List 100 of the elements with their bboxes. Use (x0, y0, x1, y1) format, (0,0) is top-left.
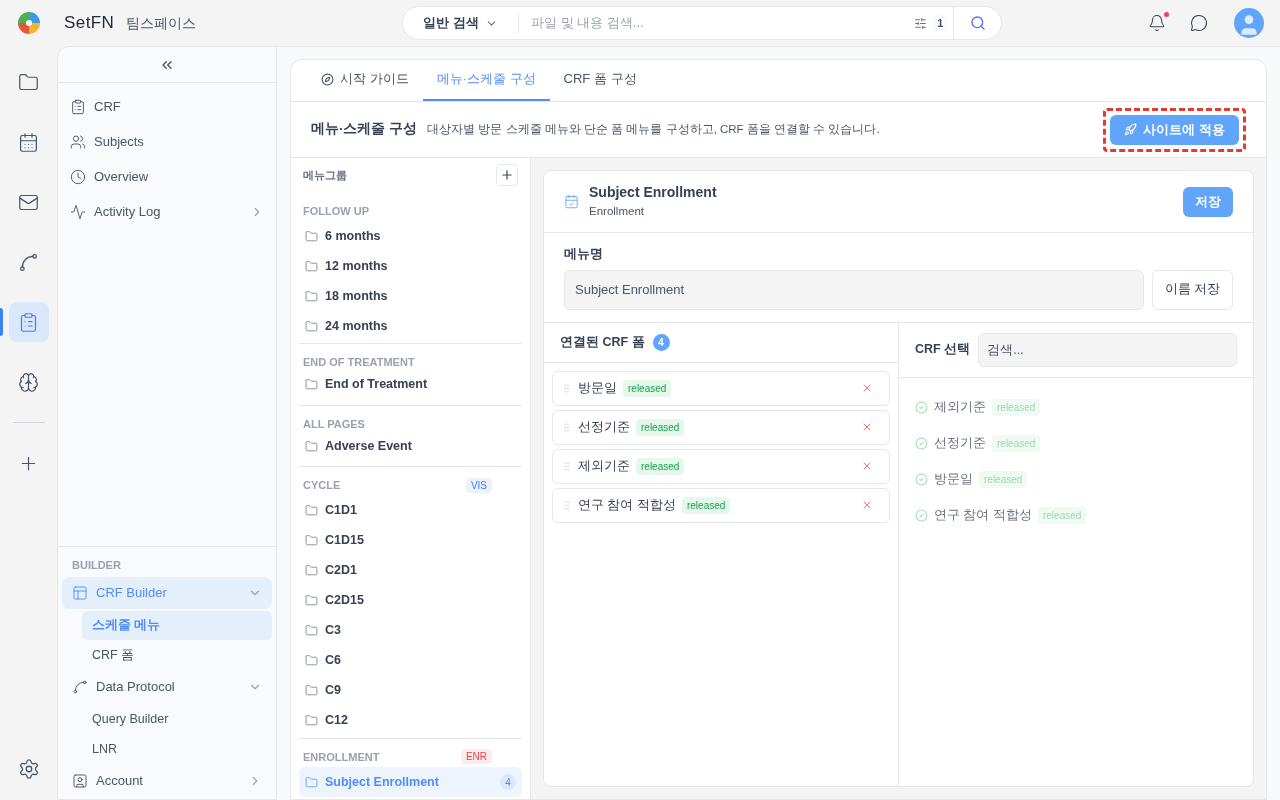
section-title: 연결된 CRF 폼 (560, 333, 645, 351)
tab[interactable]: 시작 가이드 (307, 60, 423, 101)
layout-icon (72, 585, 88, 601)
drag-handle-icon[interactable] (561, 421, 572, 433)
compass-icon (321, 72, 334, 86)
menu-item[interactable]: Adverse Event (299, 434, 522, 458)
folder-icon (305, 534, 318, 547)
form-name: 선정기준 (578, 418, 630, 436)
linked-form-card[interactable]: 방문일 released (552, 370, 890, 406)
folder-icon (305, 564, 318, 577)
folder-icon (305, 289, 318, 303)
group-heading: FOLLOW UP (303, 203, 369, 219)
save-name-button[interactable]: 이름 저장 (1151, 269, 1233, 310)
folder-icon (305, 439, 318, 453)
folder-icon (305, 775, 318, 789)
contact-icon (72, 773, 88, 789)
menu-item[interactable]: C12 (299, 705, 522, 736)
form-name: 제외기준 (934, 399, 986, 417)
menu-item[interactable]: C6 (299, 645, 522, 676)
folder-icon (305, 684, 318, 697)
linked-form-card[interactable]: 제외기준 released (552, 448, 890, 484)
nav-item[interactable]: Account (62, 765, 272, 797)
notification-icon[interactable] (1148, 14, 1166, 32)
menu-item[interactable]: 18 months (299, 281, 522, 311)
group-heading: ALL PAGES (303, 416, 365, 432)
page-description: 대상자별 방문 스케줄 메뉴와 단순 폼 메뉴를 구성하고, CRF 폼을 연결할 수 있습니다. (427, 121, 881, 137)
field-label: CRF 선택 (915, 341, 971, 359)
menu-name-field[interactable]: Subject Enrollment (564, 269, 1144, 310)
menu-item[interactable]: C1D15 (299, 525, 522, 556)
folder-icon (305, 654, 318, 667)
group-heading: ENROLLMENT (303, 749, 380, 765)
section-heading: BUILDER (71, 557, 122, 573)
nav-item[interactable]: Data Protocol (62, 671, 272, 703)
clock-icon (70, 168, 86, 185)
menu-item[interactable]: 12 months (299, 251, 522, 281)
form-name: 선정기준 (934, 435, 986, 453)
workspace-name: 팀스페이스 (126, 13, 197, 33)
form-name: 방문일 (934, 471, 973, 489)
status-badge: released (636, 418, 685, 436)
tab[interactable]: CRF 폼 구성 (549, 60, 651, 101)
nav-subitem[interactable]: LNR (82, 735, 272, 764)
menu-item[interactable]: C1D1 (299, 495, 522, 526)
search-bar[interactable]: 일반 검색 파일 및 내용 검색... 1 (402, 6, 1003, 40)
status-badge: released (992, 399, 1041, 417)
check-icon (915, 509, 928, 523)
check-icon (915, 401, 928, 415)
menu-item[interactable]: 24 months (299, 311, 522, 341)
users-icon (70, 133, 86, 150)
avatar-icon[interactable] (1234, 8, 1264, 38)
group-tag: VIS (465, 477, 492, 493)
settings-icon[interactable] (17, 758, 40, 780)
nav-item[interactable]: Activity Log (64, 194, 270, 229)
group-heading: CYCLE (303, 478, 341, 493)
chat-icon[interactable] (1190, 14, 1208, 32)
folder-icon (305, 504, 318, 517)
search-icon (969, 15, 986, 31)
group-heading: END OF TREATMENT (303, 355, 415, 370)
crf-search-field[interactable]: 검색... (978, 332, 1237, 367)
folder-icon (305, 624, 318, 637)
status-badge: released (623, 379, 672, 397)
route-icon (72, 679, 88, 695)
rocket-icon (1124, 123, 1138, 136)
folder-icon (305, 594, 318, 607)
linked-form-card[interactable]: 선정기준 released (552, 409, 890, 445)
menu-item[interactable]: 6 months (299, 221, 522, 251)
drag-handle-icon[interactable] (561, 460, 572, 472)
add-icon[interactable] (496, 164, 518, 187)
nav-item[interactable]: Subjects (64, 124, 270, 159)
nav-subitem[interactable]: CRF 폼 (82, 641, 272, 670)
menu-item[interactable]: C2D15 (299, 585, 522, 616)
filter-count: 1 (933, 14, 948, 32)
detail-subtitle: Enrollment (589, 204, 645, 220)
form-name: 연구 참여 적합성 (578, 496, 676, 514)
count-badge: 4 (652, 333, 670, 351)
menu-item[interactable]: C2D1 (299, 555, 522, 586)
page-title: 메뉴·스케줄 구성 (311, 120, 418, 139)
drag-handle-icon[interactable] (561, 499, 572, 511)
search-mode-dropdown[interactable]: 일반 검색 (403, 13, 519, 33)
menu-item[interactable]: End of Treatment (299, 372, 522, 397)
count-badge: 4 (500, 774, 516, 790)
nav-item[interactable]: CRF (64, 89, 270, 124)
drag-handle-icon[interactable] (561, 382, 572, 394)
check-icon (915, 437, 928, 451)
brand-name: SetFN (64, 12, 115, 35)
menu-item[interactable]: C9 (299, 675, 522, 706)
logo-icon (16, 11, 41, 35)
check-icon (915, 473, 928, 487)
status-badge: released (1037, 507, 1087, 525)
clipboard-icon[interactable] (8, 302, 49, 342)
status-badge: released (992, 435, 1041, 453)
status-badge: released (636, 457, 685, 475)
linked-form-card[interactable]: 연구 참여 적합성 released (552, 487, 890, 523)
detail-title: Subject Enrollment (589, 183, 718, 203)
nav-item[interactable]: Overview (64, 159, 270, 194)
form-name: 제외기준 (578, 457, 630, 475)
menu-item[interactable]: C3 (299, 615, 522, 646)
filter-icon[interactable] (914, 16, 928, 30)
nav-subitem[interactable]: Query Builder (82, 705, 272, 734)
form-name: 방문일 (578, 379, 617, 397)
folder-icon (305, 714, 318, 727)
